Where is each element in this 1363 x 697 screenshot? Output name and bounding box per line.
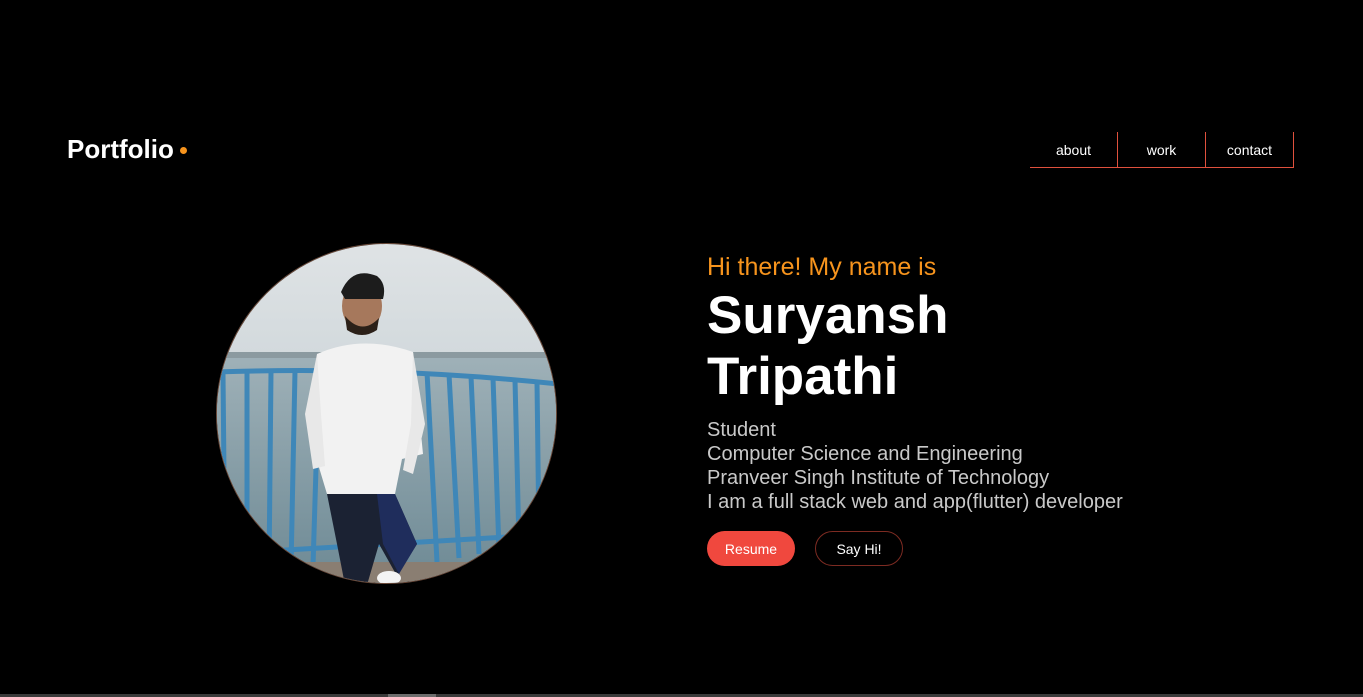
hero-intro: Hi there! My name is Suryansh Tripathi S…	[707, 250, 1327, 566]
nav-link-about[interactable]: about	[1030, 132, 1118, 168]
brand-logo[interactable]: Portfolio	[67, 133, 187, 165]
bio-line-institute: Pranveer Singh Institute of Technology	[707, 467, 1050, 489]
nav-link-contact[interactable]: contact	[1206, 132, 1294, 168]
bio-line-field: Computer Science and Engineering	[707, 443, 1023, 465]
bio-line-summary: I am a full stack web and app(flutter) d…	[707, 491, 1123, 513]
profile-photo-illustration	[217, 244, 556, 583]
greeting-text: Hi there! My name is	[707, 253, 937, 281]
bio-line-role: Student	[707, 419, 776, 441]
main-nav: about work contact	[1030, 132, 1294, 168]
brand-dot-icon	[179, 146, 187, 154]
name-last: Tripathi	[707, 347, 899, 406]
portfolio-page: Portfolio about work contact Hi there! M…	[0, 0, 1363, 697]
bio-description: Student Computer Science and Engineering…	[707, 418, 1327, 514]
resume-button[interactable]: Resume	[707, 531, 795, 566]
say-hi-button[interactable]: Say Hi!	[815, 531, 903, 566]
hero-actions: Resume Say Hi!	[707, 531, 1327, 566]
profile-photo	[216, 243, 557, 584]
name-first: Suryansh	[707, 286, 949, 345]
nav-link-work[interactable]: work	[1118, 132, 1206, 168]
brand-name: Portfolio	[67, 134, 174, 164]
person-name: Suryansh Tripathi	[707, 285, 1327, 407]
